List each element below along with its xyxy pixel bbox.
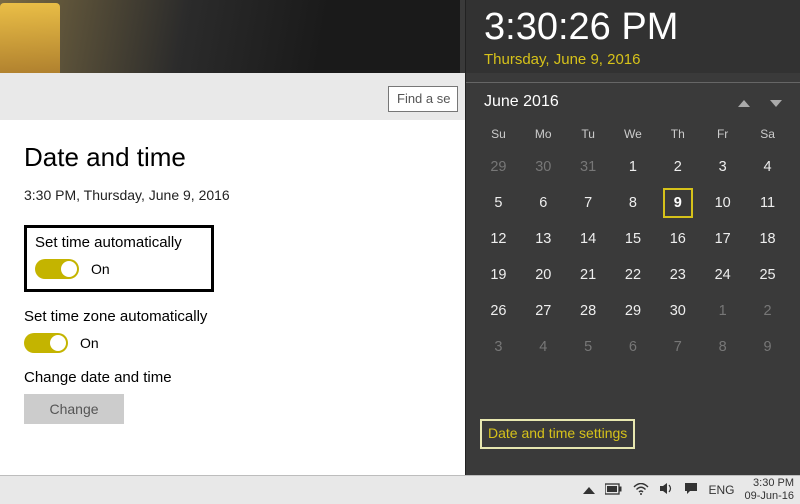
calendar-day[interactable]: 5 xyxy=(476,185,521,221)
system-tray: ENG xyxy=(583,482,734,498)
taskbar: ENG 3:30 PM 09-Jun-16 xyxy=(0,475,800,504)
clock-calendar-flyout: 3:30:26 PM Thursday, June 9, 2016 June 2… xyxy=(465,0,800,475)
current-datetime-text: 3:30 PM, Thursday, June 9, 2016 xyxy=(24,187,441,203)
settings-search-input[interactable]: Find a se xyxy=(388,86,458,112)
set-timezone-automatically-state: On xyxy=(80,335,99,351)
calendar-day[interactable]: 7 xyxy=(655,329,700,365)
calendar-day-today[interactable]: 9 xyxy=(655,185,700,221)
calendar-month-label[interactable]: June 2016 xyxy=(484,93,559,111)
calendar-dow: Su xyxy=(476,119,521,149)
calendar-day[interactable]: 20 xyxy=(521,257,566,293)
set-time-automatically-label: Set time automatically xyxy=(35,234,203,251)
calendar-day[interactable]: 24 xyxy=(700,257,745,293)
change-date-time-label: Change date and time xyxy=(24,369,441,386)
calendar-day[interactable]: 7 xyxy=(566,185,611,221)
calendar-day[interactable]: 26 xyxy=(476,293,521,329)
calendar-day[interactable]: 12 xyxy=(476,221,521,257)
set-time-automatically-toggle[interactable] xyxy=(35,259,79,279)
calendar-day[interactable]: 6 xyxy=(611,329,656,365)
calendar-day[interactable]: 29 xyxy=(611,293,656,329)
language-indicator[interactable]: ENG xyxy=(708,483,734,497)
change-button[interactable]: Change xyxy=(24,394,124,424)
action-center-icon[interactable] xyxy=(684,482,698,498)
calendar-grid: SuMoTuWeThFrSa 2930311234567891011121314… xyxy=(466,119,800,365)
calendar-day[interactable]: 6 xyxy=(521,185,566,221)
calendar-day[interactable]: 15 xyxy=(611,221,656,257)
change-date-time-group: Change date and time Change xyxy=(24,369,441,424)
set-timezone-automatically-group: Set time zone automatically On xyxy=(24,308,441,353)
calendar-day[interactable]: 11 xyxy=(745,185,790,221)
calendar-dow: Fr xyxy=(700,119,745,149)
taskbar-date: 09-Jun-16 xyxy=(744,490,794,503)
highlight-set-time-automatically: Set time automatically On xyxy=(24,225,214,292)
calendar-day[interactable]: 13 xyxy=(521,221,566,257)
calendar-day[interactable]: 1 xyxy=(700,293,745,329)
page-title: Date and time xyxy=(24,142,441,173)
calendar-day[interactable]: 9 xyxy=(745,329,790,365)
calendar-day[interactable]: 31 xyxy=(566,149,611,185)
wallpaper-detail xyxy=(0,3,60,73)
calendar-day[interactable]: 2 xyxy=(655,149,700,185)
calendar-day[interactable]: 28 xyxy=(566,293,611,329)
calendar-day[interactable]: 14 xyxy=(566,221,611,257)
calendar-day[interactable]: 18 xyxy=(745,221,790,257)
calendar-day[interactable]: 5 xyxy=(566,329,611,365)
settings-pane: Date and time 3:30 PM, Thursday, June 9,… xyxy=(0,120,465,480)
set-time-automatically-state: On xyxy=(91,261,110,277)
set-timezone-automatically-toggle[interactable] xyxy=(24,333,68,353)
taskbar-clock[interactable]: 3:30 PM 09-Jun-16 xyxy=(744,477,794,503)
calendar-day[interactable]: 4 xyxy=(521,329,566,365)
calendar-day[interactable]: 21 xyxy=(566,257,611,293)
calendar-day[interactable]: 29 xyxy=(476,149,521,185)
calendar-dow: Sa xyxy=(745,119,790,149)
calendar-prev-month[interactable] xyxy=(738,94,750,110)
taskbar-time: 3:30 PM xyxy=(744,477,794,490)
set-timezone-automatically-label: Set time zone automatically xyxy=(24,308,441,325)
calendar-day[interactable]: 25 xyxy=(745,257,790,293)
calendar-day[interactable]: 3 xyxy=(476,329,521,365)
battery-icon[interactable] xyxy=(605,483,623,498)
calendar-day[interactable]: 27 xyxy=(521,293,566,329)
calendar-day[interactable]: 30 xyxy=(521,149,566,185)
calendar-day[interactable]: 1 xyxy=(611,149,656,185)
flyout-time: 3:30:26 PM xyxy=(466,6,800,49)
calendar-dow: Mo xyxy=(521,119,566,149)
calendar-day[interactable]: 3 xyxy=(700,149,745,185)
calendar-dow: Tu xyxy=(566,119,611,149)
calendar-day[interactable]: 30 xyxy=(655,293,700,329)
calendar-day[interactable]: 17 xyxy=(700,221,745,257)
calendar-dow: We xyxy=(611,119,656,149)
calendar-day[interactable]: 16 xyxy=(655,221,700,257)
flyout-date: Thursday, June 9, 2016 xyxy=(466,49,800,82)
calendar-next-month[interactable] xyxy=(770,94,782,110)
calendar-day[interactable]: 19 xyxy=(476,257,521,293)
calendar-dow: Th xyxy=(655,119,700,149)
calendar-day[interactable]: 22 xyxy=(611,257,656,293)
date-time-settings-link[interactable]: Date and time settings xyxy=(488,425,627,441)
calendar-day[interactable]: 8 xyxy=(700,329,745,365)
calendar-day[interactable]: 10 xyxy=(700,185,745,221)
desktop-wallpaper xyxy=(0,0,460,73)
calendar-day[interactable]: 2 xyxy=(745,293,790,329)
highlight-date-time-settings-link: Date and time settings xyxy=(480,419,635,449)
tray-overflow-icon[interactable] xyxy=(583,483,595,497)
calendar-day[interactable]: 23 xyxy=(655,257,700,293)
calendar-day[interactable]: 8 xyxy=(611,185,656,221)
wifi-icon[interactable] xyxy=(633,483,649,498)
volume-icon[interactable] xyxy=(659,482,674,498)
calendar-day[interactable]: 4 xyxy=(745,149,790,185)
